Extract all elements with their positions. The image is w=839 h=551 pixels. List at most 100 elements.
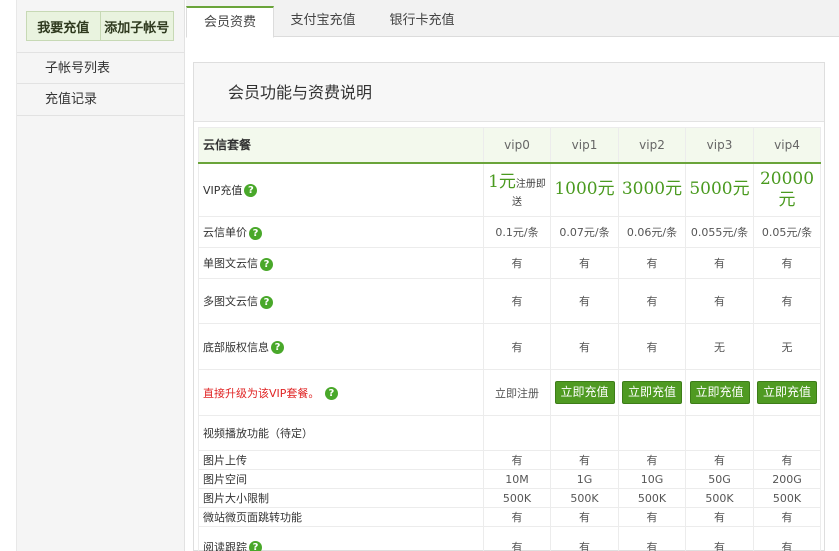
section-heading: 视频播放功能（待定）: [198, 415, 484, 451]
plan-header: vip4: [753, 127, 821, 164]
plan-header: vip3: [685, 127, 754, 164]
table-cell: 有: [618, 323, 686, 370]
table-cell: 有: [550, 323, 619, 370]
register-now-link[interactable]: 立即注册: [495, 387, 539, 400]
sidebar: 我要充值 添加子帐号 子帐号列表 充值记录: [16, 0, 185, 551]
vip-price-label: VIP充值: [203, 183, 243, 197]
plan-header: vip0: [483, 127, 551, 164]
table-cell: 200G: [753, 469, 821, 489]
vip3-price: 5000元: [689, 179, 750, 200]
help-icon[interactable]: ?: [324, 387, 338, 400]
row-label: 微站微页面跳转功能: [198, 507, 484, 527]
table-cell: 500K: [618, 488, 686, 508]
table-cell: 1G: [550, 469, 619, 489]
table-cell: 10M: [483, 469, 551, 489]
table-cell: 500K: [483, 488, 551, 508]
row-label-text: 阅读跟踪: [203, 540, 247, 551]
table-cell: 有: [753, 450, 821, 470]
unit-price-label: 云信单价: [203, 226, 247, 239]
header-plan-label: 云信套餐: [198, 127, 484, 164]
price-cell: 5000元: [685, 162, 754, 217]
pricing-table: 云信套餐 vip0 vip1 vip2 vip3 vip4 VIP充值? 1元注…: [198, 127, 821, 551]
table-cell: 无: [685, 323, 754, 370]
table-row: 阅读跟踪? 有 有 有 有 有: [198, 526, 821, 551]
vip0-note: 注册即送: [512, 178, 546, 208]
table-row: 视频播放功能（待定）: [198, 415, 821, 451]
vip4-price: 20000元: [759, 168, 815, 210]
sidebar-menu: 子帐号列表 充值记录: [17, 52, 185, 116]
sidebar-item-recharge-records[interactable]: 充值记录: [17, 84, 185, 116]
row-label: 直接升级为该VIP套餐。 ?: [198, 369, 484, 416]
row-label: VIP充值?: [198, 162, 484, 217]
row-label: 单图文云信?: [198, 247, 484, 279]
table-cell: 500K: [550, 488, 619, 508]
table-cell: 有: [753, 247, 821, 279]
table-cell: 立即充值: [550, 369, 619, 416]
table-cell: 0.055元/条: [685, 216, 754, 248]
table-row: VIP充值? 1元注册即送 1000元 3000元 5000元 20000元: [198, 162, 821, 217]
table-cell: 有: [753, 526, 821, 551]
sidebar-item-subaccount-list[interactable]: 子帐号列表: [17, 52, 185, 84]
table-cell: 有: [618, 526, 686, 551]
row-label: 云信单价?: [198, 216, 484, 248]
table-row: 底部版权信息? 有 有 有 无 无: [198, 323, 821, 370]
charge-now-button[interactable]: 立即充值: [622, 381, 682, 404]
section-subtitle: （待定）: [269, 427, 313, 440]
table-cell: 10G: [618, 469, 686, 489]
row-label-text: 单图文云信: [203, 257, 258, 270]
table-row: 单图文云信? 有 有 有 有 有: [198, 247, 821, 279]
table-row: 图片上传 有 有 有 有 有: [198, 450, 821, 470]
charge-now-button[interactable]: 立即充值: [757, 381, 817, 404]
table-cell: 有: [550, 278, 619, 324]
table-cell: 立即充值: [753, 369, 821, 416]
table-cell: 有: [483, 526, 551, 551]
tab-bar: 会员资费 支付宝充值 银行卡充值: [186, 0, 839, 38]
tab-bank-card-recharge[interactable]: 银行卡充值: [372, 6, 472, 37]
panel-title: 会员功能与资费说明: [194, 63, 824, 122]
table-cell: 有: [753, 278, 821, 324]
table-cell: 有: [618, 450, 686, 470]
table-cell: 有: [483, 507, 551, 527]
table-row: 多图文云信? 有 有 有 有 有: [198, 278, 821, 324]
row-label-text: 多图文云信: [203, 295, 258, 308]
section-title: 视频播放功能: [203, 427, 269, 440]
table-cell: [550, 415, 619, 451]
table-row: 图片空间 10M 1G 10G 50G 200G: [198, 469, 821, 489]
charge-now-button[interactable]: 立即充值: [689, 381, 750, 404]
charge-now-button[interactable]: 立即充值: [554, 381, 615, 404]
price-cell: 1元注册即送: [483, 162, 551, 217]
upgrade-label: 直接升级为该VIP套餐。: [203, 386, 320, 400]
membership-panel: 会员功能与资费说明 云信套餐 vip0 vip1 vip2 vip3 vip4 …: [193, 62, 825, 551]
table-cell: 50G: [685, 469, 754, 489]
table-cell: 0.05元/条: [753, 216, 821, 248]
table-cell: [483, 415, 551, 451]
table-row: 云信单价? 0.1元/条 0.07元/条 0.06元/条 0.055元/条 0.…: [198, 216, 821, 248]
vip2-price: 3000元: [621, 179, 683, 200]
vip1-price: 1000元: [554, 179, 615, 200]
plan-header: vip2: [618, 127, 686, 164]
tab-membership-fees[interactable]: 会员资费: [186, 6, 274, 38]
table-cell: 有: [618, 247, 686, 279]
table-cell: 有: [483, 323, 551, 370]
help-icon[interactable]: ?: [271, 341, 284, 354]
tab-alipay-recharge[interactable]: 支付宝充值: [274, 6, 372, 37]
add-subaccount-button[interactable]: 添加子帐号: [99, 12, 174, 40]
help-icon[interactable]: ?: [244, 184, 258, 198]
help-icon[interactable]: ?: [249, 541, 262, 551]
plan-header: vip1: [550, 127, 619, 164]
table-header-row: 云信套餐 vip0 vip1 vip2 vip3 vip4: [198, 127, 821, 164]
table-row: 直接升级为该VIP套餐。 ? 立即注册 立即充值 立即充值 立即充值 立即充值: [198, 369, 821, 416]
recharge-button[interactable]: 我要充值: [27, 12, 100, 40]
help-icon[interactable]: ?: [260, 257, 273, 271]
table-cell: 有: [550, 247, 619, 279]
row-label: 图片空间: [198, 469, 484, 489]
help-icon[interactable]: ?: [249, 226, 262, 240]
table-cell: 有: [753, 507, 821, 527]
table-cell: 0.1元/条: [483, 216, 551, 248]
table-cell: 有: [618, 278, 686, 324]
row-label-text: 底部版权信息: [203, 340, 269, 354]
table-cell: 有: [685, 450, 754, 470]
price-cell: 20000元: [753, 162, 821, 217]
table-cell: 无: [753, 323, 821, 370]
help-icon[interactable]: ?: [260, 295, 273, 309]
